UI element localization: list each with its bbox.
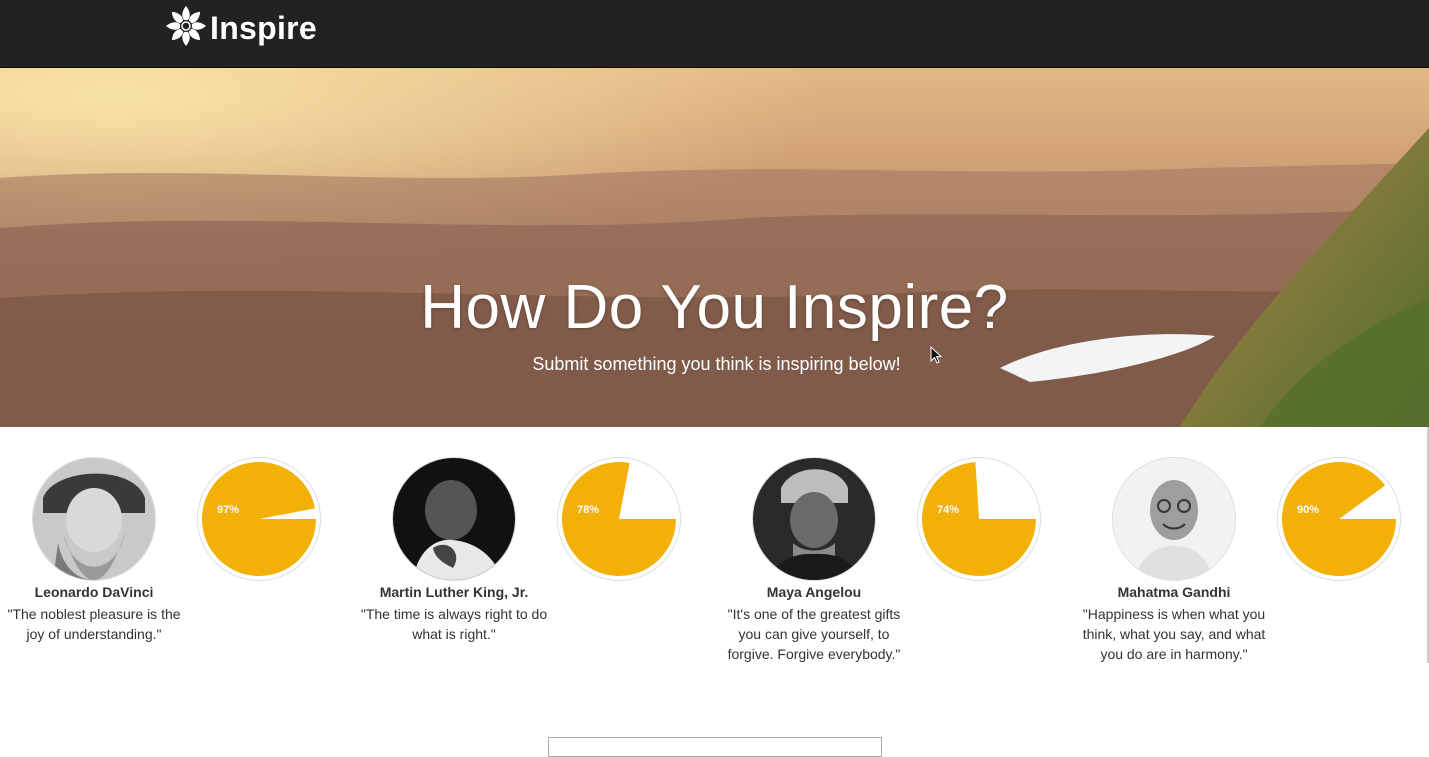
person-name: Martin Luther King, Jr.: [379, 584, 529, 600]
brand-link[interactable]: Inspire: [164, 4, 317, 53]
pie-slice: [562, 462, 676, 576]
percent-label: 90%: [1297, 504, 1320, 516]
portrait-mlk-image: [393, 458, 515, 580]
avatar: [392, 457, 516, 581]
person-quote: "Happiness is when what you think, what …: [1082, 606, 1266, 662]
avatar: [1112, 457, 1236, 581]
brand-name: Inspire: [210, 10, 318, 46]
percent-pie-chart: 74%: [917, 457, 1041, 581]
person-quote: "It's one of the greatest gifts you can …: [727, 606, 901, 662]
portrait-gandhi-image: [1113, 458, 1235, 580]
submit-input[interactable]: [548, 737, 882, 757]
avatar: [32, 457, 156, 581]
portrait-maya-angelou-image: [753, 458, 875, 580]
percent-label: 74%: [937, 504, 960, 516]
percent-pie-chart: 90%: [1277, 457, 1401, 581]
avatar: [752, 457, 876, 581]
person-name: Leonardo DaVinci: [34, 584, 154, 600]
hero-banner: How Do You Inspire? Submit something you…: [0, 68, 1429, 427]
flower-logo-icon: [164, 4, 208, 53]
pie-slice: [201, 462, 316, 576]
percent-pie-chart: 97%: [197, 457, 321, 581]
percent-pie-chart: 78%: [557, 457, 681, 581]
person-name: Mahatma Gandhi: [1117, 584, 1231, 600]
person-quote: "The noblest pleasure is the joy of unde…: [7, 606, 181, 642]
mouse-cursor-icon: [930, 346, 943, 364]
navbar: Inspire: [0, 0, 1429, 68]
percent-label: 97%: [217, 504, 240, 516]
pie-slice: [922, 462, 1036, 576]
person-name: Maya Angelou: [766, 584, 862, 600]
hero-subtitle: Submit something you think is inspiring …: [532, 354, 901, 374]
pie-slice: [1282, 462, 1396, 576]
percent-label: 78%: [577, 504, 600, 516]
hero-title: How Do You Inspire?: [420, 273, 1009, 342]
portrait-leonardo-image: [33, 458, 155, 580]
person-quote: "The time is always right to do what is …: [360, 606, 548, 642]
